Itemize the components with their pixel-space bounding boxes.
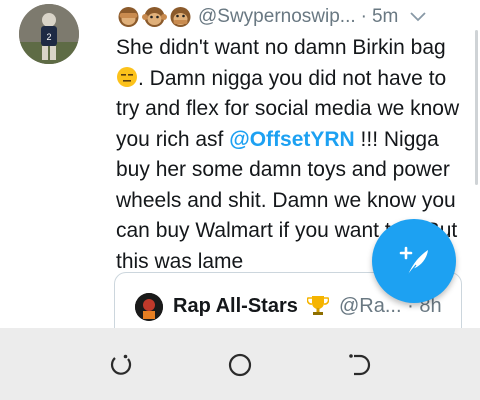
quoted-avatar[interactable] xyxy=(135,293,163,321)
tweet-header: @Swypernoswip... · 5m xyxy=(116,4,466,30)
home-icon[interactable] xyxy=(227,352,253,378)
compose-tweet-icon xyxy=(399,246,428,276)
see-no-evil-monkey-emoji xyxy=(118,7,139,27)
expressionless-face-emoji xyxy=(117,66,137,87)
tweet-timestamp: 5m xyxy=(371,6,399,27)
system-navigation-bar xyxy=(0,328,480,400)
chevron-down-icon[interactable] xyxy=(410,12,426,22)
back-icon[interactable] xyxy=(346,352,372,378)
quoted-handle[interactable]: @Ra... xyxy=(339,295,402,317)
trophy-emoji xyxy=(307,296,329,315)
svg-text:2: 2 xyxy=(46,32,51,42)
mention-link[interactable]: @OffsetYRN xyxy=(229,128,355,151)
tweet-handle[interactable]: @Swypernoswip... xyxy=(198,6,356,28)
scrollbar-thumb[interactable] xyxy=(475,30,478,185)
user-avatar[interactable]: 2 xyxy=(19,4,79,64)
header-separator: · xyxy=(360,6,367,27)
recent-apps-icon[interactable] xyxy=(108,352,134,378)
quoted-display-name[interactable]: Rap All-Stars xyxy=(173,295,298,318)
hear-no-evil-monkey-emoji xyxy=(142,7,167,27)
tweet-text-part1: She didn't want no damn Birkin bag xyxy=(116,36,446,59)
compose-tweet-button[interactable] xyxy=(372,219,456,303)
speak-no-evil-monkey-emoji xyxy=(170,7,191,27)
